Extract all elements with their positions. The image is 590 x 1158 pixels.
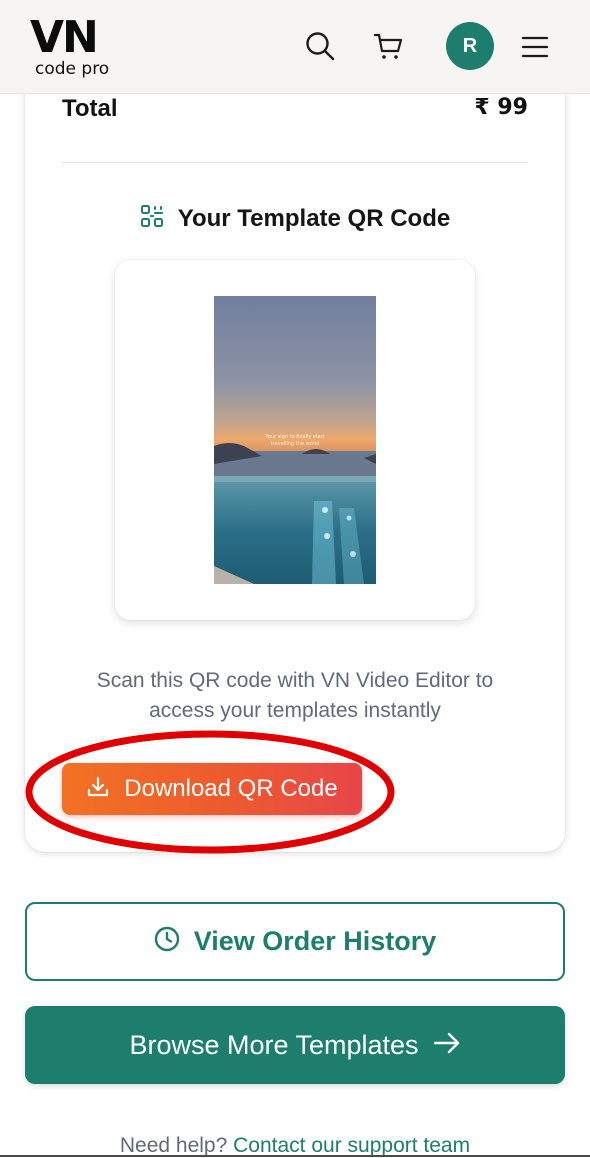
hamburger-menu-icon[interactable] [517,28,553,64]
arrow-right-icon [433,1031,461,1060]
template-preview-image: Your sign to finally start travelling th… [214,296,376,584]
total-amount: ₹ 99 [474,95,528,120]
logo-subtitle: code pro [35,59,110,79]
cart-icon[interactable] [370,28,406,64]
template-preview-caption: Your sign to finally start travelling th… [214,434,376,448]
qr-code-frame: Your sign to finally start travelling th… [115,260,475,620]
avatar-initial: R [462,34,478,57]
browse-more-templates-button[interactable]: Browse More Templates [25,1006,565,1084]
scan-instructions: Scan this QR code with VN Video Editor t… [96,669,494,722]
view-order-history-label: View Order History [193,926,437,956]
user-avatar[interactable]: R [446,22,494,70]
logo-vn-text: VN [30,12,99,63]
download-qr-label: Download QR Code [124,775,338,802]
download-qr-button[interactable]: Download QR Code [62,763,362,815]
order-summary-card: Total ₹ 99 Your Template QR Code Your si… [25,60,565,852]
total-label: Total [62,95,118,122]
divider [62,162,528,163]
top-header: VN code pro R [0,0,590,94]
help-prefix: Need help? [119,1134,228,1157]
view-order-history-button[interactable]: View Order History [25,902,565,981]
qr-heading-title: Your Template QR Code [177,204,451,232]
search-icon[interactable] [302,28,338,64]
template-preview-caption-line-2: travelling the world [270,441,320,448]
vn-code-pro-logo[interactable]: VN code pro [30,16,120,80]
qr-code-icon [140,204,164,233]
contact-support-link[interactable]: Contact our support team [233,1134,470,1157]
qr-section-heading: Your Template QR Code [25,204,565,233]
download-icon [86,775,110,804]
browse-more-templates-label: Browse More Templates [129,1029,419,1060]
template-preview-caption-line-1: Your sign to finally start [265,434,325,441]
clock-icon [154,926,180,957]
